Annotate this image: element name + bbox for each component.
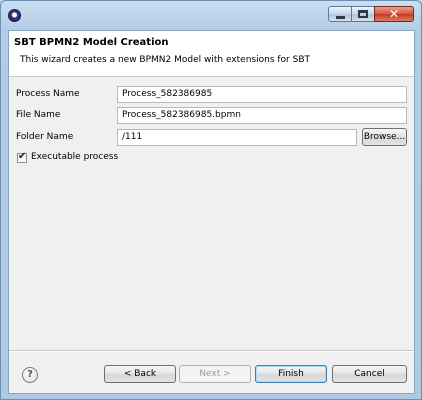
next-button[interactable]: Next > [179,365,251,383]
maximize-icon [358,10,368,18]
window-controls: ✕ [328,6,414,22]
executable-process-label[interactable]: Executable process [31,152,118,162]
wizard-description: This wizard creates a new BPMN2 Model wi… [20,55,310,65]
cancel-button[interactable]: Cancel [332,365,407,383]
close-button[interactable]: ✕ [374,6,414,22]
back-button[interactable]: < Back [104,365,176,383]
maximize-button[interactable] [351,6,375,22]
wizard-banner: SBT BPMN2 Model Creation This wizard cre… [9,31,414,77]
help-icon[interactable]: ? [22,367,38,383]
title-bar[interactable]: ✕ [1,1,421,29]
wizard-title: SBT BPMN2 Model Creation [14,37,169,48]
close-icon: ✕ [388,7,400,21]
minimize-icon [335,15,345,19]
file-name-input[interactable]: Process_582386985.bpmn [117,107,407,124]
process-name-label: Process Name [16,89,80,99]
footer-separator [9,350,414,352]
file-name-label: File Name [16,110,61,120]
browse-button[interactable]: Browse... [362,128,407,146]
process-name-input[interactable]: Process_582386985 [117,86,407,103]
eclipse-icon [8,9,21,22]
finish-button[interactable]: Finish [255,365,327,383]
wizard-window: ✕ SBT BPMN2 Model Creation This wizard c… [0,0,422,400]
folder-name-input[interactable]: /111 [117,129,357,146]
folder-name-label: Folder Name [16,132,74,142]
checkmark-icon: ✔ [18,151,27,162]
minimize-button[interactable] [328,6,352,22]
wizard-content: SBT BPMN2 Model Creation This wizard cre… [8,30,415,394]
executable-process-checkbox[interactable]: ✔ [17,151,27,163]
